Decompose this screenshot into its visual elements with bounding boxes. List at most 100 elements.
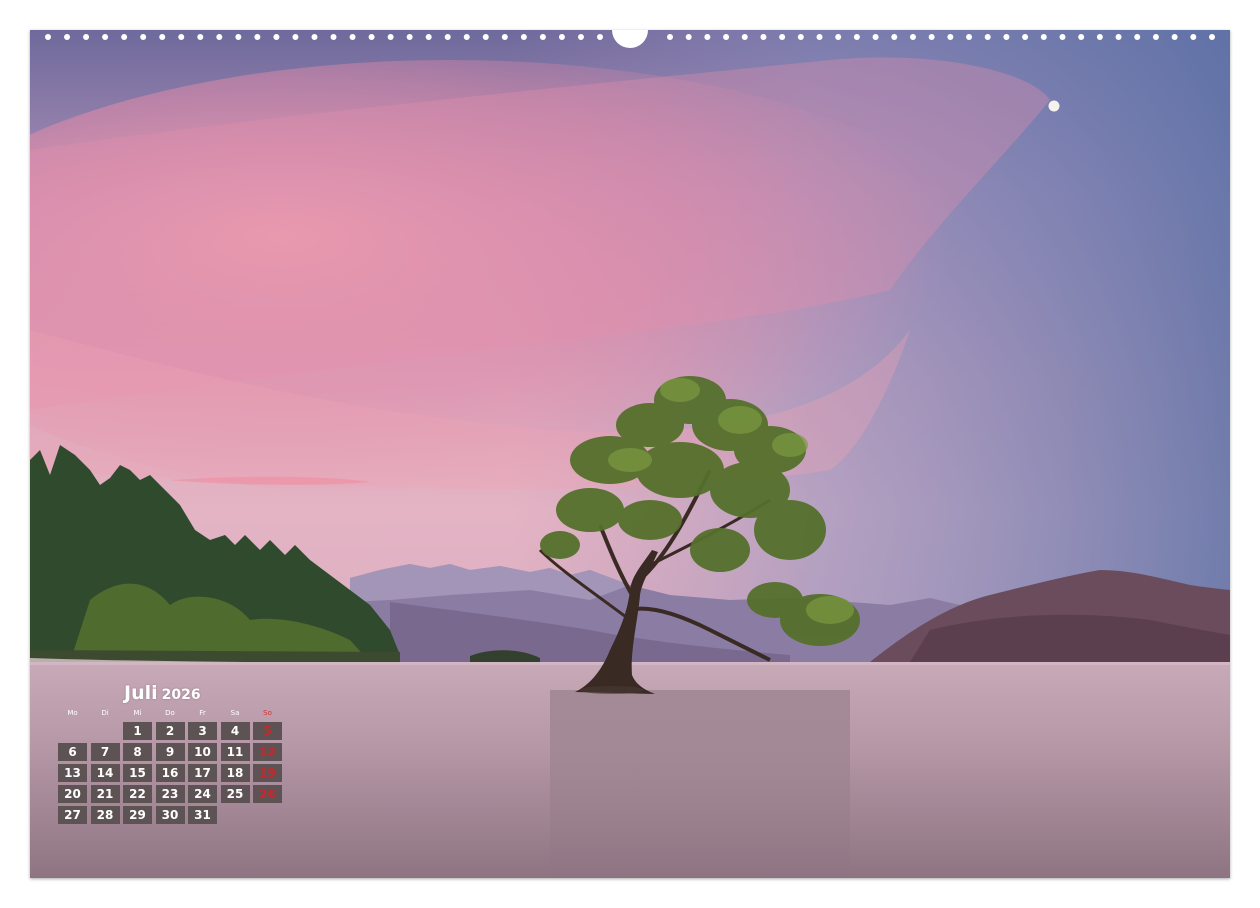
month-label: Juli bbox=[124, 682, 158, 704]
binding-hole bbox=[872, 34, 879, 40]
binding-hole bbox=[741, 34, 748, 40]
day-cell-sunday: 26 bbox=[253, 785, 282, 803]
day-cell: 17 bbox=[188, 764, 217, 782]
binding-hole bbox=[368, 34, 375, 40]
weekday-label: Sa bbox=[230, 709, 240, 717]
weekday-label: Fr bbox=[199, 709, 206, 717]
binding-hole bbox=[425, 34, 432, 40]
day-cell-sunday: 19 bbox=[253, 764, 282, 782]
hanger-notch-icon bbox=[612, 30, 648, 48]
binding-hole bbox=[1003, 34, 1010, 40]
binding-hole bbox=[64, 34, 71, 40]
binding-hole bbox=[254, 34, 261, 40]
binding-hole bbox=[311, 34, 318, 40]
binding-hole bbox=[928, 34, 935, 40]
weekday-label: Do bbox=[165, 709, 175, 717]
day-cell: 6 bbox=[58, 743, 87, 761]
weekday-label-sunday: So bbox=[263, 709, 272, 717]
binding-hole bbox=[947, 34, 954, 40]
calendar-title: Juli 2026 bbox=[124, 681, 290, 705]
binding-hole bbox=[779, 34, 786, 40]
binding-hole bbox=[723, 34, 730, 40]
binding-hole bbox=[1134, 34, 1141, 40]
day-cell: 8 bbox=[123, 743, 152, 761]
binding-hole bbox=[235, 34, 242, 40]
binding-hole bbox=[1078, 34, 1085, 40]
binding-hole bbox=[1059, 34, 1066, 40]
binding-hole bbox=[891, 34, 898, 40]
binding-hole bbox=[349, 34, 356, 40]
binding-hole bbox=[83, 34, 90, 40]
day-cell-sunday: 5 bbox=[253, 722, 282, 740]
binding-hole bbox=[760, 34, 767, 40]
empty-day-cell bbox=[91, 722, 120, 740]
day-cell: 24 bbox=[188, 785, 217, 803]
day-cell-sunday: 12 bbox=[253, 743, 282, 761]
weekday-label: Mi bbox=[133, 709, 142, 717]
binding-hole bbox=[704, 34, 711, 40]
binding-hole bbox=[102, 34, 109, 40]
day-cell: 21 bbox=[90, 785, 120, 803]
binding-hole bbox=[558, 34, 565, 40]
binding-hole bbox=[1209, 34, 1215, 40]
day-cell: 2 bbox=[155, 722, 185, 740]
day-cell: 15 bbox=[123, 764, 152, 782]
day-cell: 4 bbox=[220, 722, 250, 740]
binding-hole bbox=[330, 34, 337, 40]
binding-hole bbox=[159, 34, 166, 40]
binding-hole bbox=[816, 34, 823, 40]
day-cell: 23 bbox=[155, 785, 185, 803]
binding-hole bbox=[216, 34, 223, 40]
binding-hole bbox=[597, 34, 603, 40]
binding-hole bbox=[178, 34, 185, 40]
day-cell: 31 bbox=[188, 806, 217, 824]
binding-hole bbox=[1115, 34, 1122, 40]
binding-hole bbox=[1171, 34, 1178, 40]
weekday-label: Mo bbox=[67, 709, 78, 717]
day-cell: 18 bbox=[220, 764, 250, 782]
spiral-binding bbox=[30, 30, 1230, 48]
binding-hole bbox=[835, 34, 842, 40]
binding-hole bbox=[667, 34, 673, 40]
binding-hole bbox=[406, 34, 413, 40]
binding-hole bbox=[1096, 34, 1103, 40]
year-label: 2026 bbox=[161, 687, 201, 703]
binding-hole bbox=[909, 34, 916, 40]
day-cell: 1 bbox=[123, 722, 152, 740]
binding-hole bbox=[1040, 34, 1047, 40]
weekday-header: Mo Di Mi Do Fr Sa So bbox=[58, 709, 290, 717]
binding-hole bbox=[853, 34, 860, 40]
binding-hole bbox=[292, 34, 299, 40]
binding-hole bbox=[577, 34, 584, 40]
day-cell: 29 bbox=[123, 806, 152, 824]
binding-hole bbox=[1190, 34, 1197, 40]
binding-hole bbox=[797, 34, 804, 40]
day-cell: 3 bbox=[188, 722, 217, 740]
binding-hole bbox=[501, 34, 508, 40]
day-cell: 22 bbox=[123, 785, 152, 803]
binding-hole bbox=[463, 34, 470, 40]
weekday-label: Di bbox=[101, 709, 109, 717]
day-cell: 11 bbox=[220, 743, 250, 761]
binding-hole bbox=[966, 34, 973, 40]
month-calendar: Juli 2026 Mo Di Mi Do Fr Sa So 1234567891… bbox=[58, 681, 290, 824]
binding-hole bbox=[539, 34, 546, 40]
binding-hole bbox=[140, 34, 147, 40]
day-cell: 10 bbox=[188, 743, 217, 761]
binding-hole bbox=[197, 34, 204, 40]
day-cell: 20 bbox=[58, 785, 87, 803]
binding-hole bbox=[520, 34, 527, 40]
binding-hole bbox=[1022, 34, 1029, 40]
binding-hole bbox=[482, 34, 489, 40]
binding-hole bbox=[387, 34, 394, 40]
day-grid: 1 2 3 4 5 6 7 8 9 10 11 12 13 14 15 16 17 18 19 20 21 22 23 24 2… bbox=[58, 722, 290, 824]
empty-day-cell bbox=[58, 722, 87, 740]
day-cell: 9 bbox=[155, 743, 185, 761]
binding-hole bbox=[984, 34, 991, 40]
binding-hole bbox=[45, 34, 51, 40]
binding-hole bbox=[121, 34, 128, 40]
day-cell: 7 bbox=[90, 743, 120, 761]
binding-hole bbox=[685, 34, 692, 40]
day-cell: 30 bbox=[155, 806, 185, 824]
binding-hole bbox=[273, 34, 280, 40]
